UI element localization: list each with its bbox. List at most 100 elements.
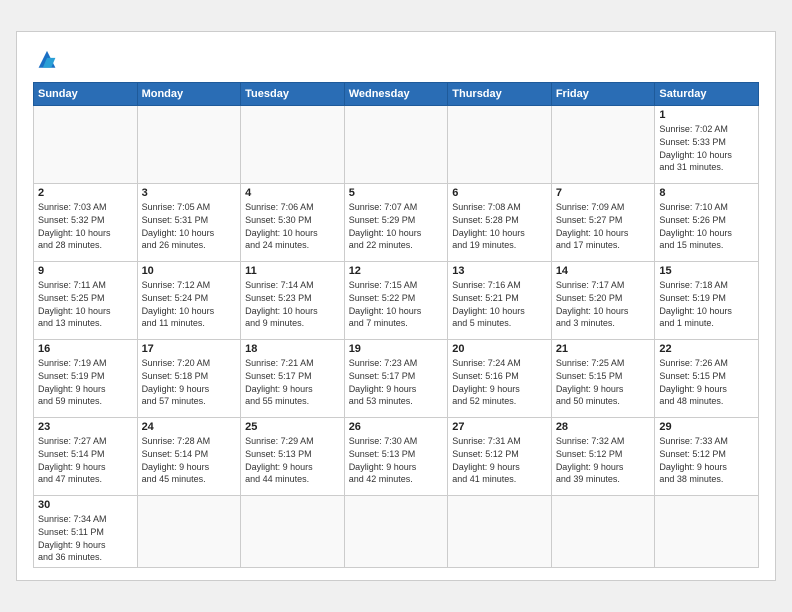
- day-info: Sunrise: 7:05 AM Sunset: 5:31 PM Dayligh…: [142, 201, 237, 251]
- calendar-cell: [137, 106, 241, 184]
- calendar-cell: 23 Sunrise: 7:27 AM Sunset: 5:14 PM Dayli…: [34, 418, 138, 496]
- day-info: Sunrise: 7:18 AM Sunset: 5:19 PM Dayligh…: [659, 279, 754, 329]
- day-number: 10: [142, 265, 237, 277]
- calendar-cell: 29Sunrise: 7:33 AM Sunset: 5:12 PM Dayli…: [655, 418, 759, 496]
- weekday-header-sunday: Sunday: [34, 83, 138, 106]
- calendar-cell: 19 Sunrise: 7:23 AM Sunset: 5:17 PM Dayli…: [344, 340, 448, 418]
- weekday-header-saturday: Saturday: [655, 83, 759, 106]
- day-number: 24: [142, 421, 237, 433]
- day-info: Sunrise: 7:26 AM Sunset: 5:15 PM Dayligh…: [659, 357, 754, 407]
- logo-icon: [33, 48, 61, 72]
- day-info: Sunrise: 7:25 AM Sunset: 5:15 PM Dayligh…: [556, 357, 651, 407]
- day-number: 18: [245, 343, 340, 355]
- day-info: Sunrise: 7:09 AM Sunset: 5:27 PM Dayligh…: [556, 201, 651, 251]
- calendar-cell: 7 Sunrise: 7:09 AM Sunset: 5:27 PM Daylig…: [551, 184, 655, 262]
- calendar-cell: 12 Sunrise: 7:15 AM Sunset: 5:22 PM Dayli…: [344, 262, 448, 340]
- day-info: Sunrise: 7:19 AM Sunset: 5:19 PM Dayligh…: [38, 357, 133, 407]
- day-info: Sunrise: 7:24 AM Sunset: 5:16 PM Dayligh…: [452, 357, 547, 407]
- day-info: Sunrise: 7:30 AM Sunset: 5:13 PM Dayligh…: [349, 435, 444, 485]
- calendar-cell: 2 Sunrise: 7:03 AM Sunset: 5:32 PM Daylig…: [34, 184, 138, 262]
- calendar-cell: [448, 106, 552, 184]
- calendar-cell: [448, 496, 552, 567]
- calendar-row-3: 9Sunrise: 7:11 AM Sunset: 5:25 PM Daylig…: [34, 262, 759, 340]
- day-number: 11: [245, 265, 340, 277]
- calendar-cell: 15 Sunrise: 7:18 AM Sunset: 5:19 PM Dayli…: [655, 262, 759, 340]
- weekday-header-row: SundayMondayTuesdayWednesdayThursdayFrid…: [34, 83, 759, 106]
- day-number: 22: [659, 343, 754, 355]
- calendar-row-6: 30 Sunrise: 7:34 AM Sunset: 5:11 PM Dayli…: [34, 496, 759, 567]
- calendar-cell: 1Sunrise: 7:02 AM Sunset: 5:33 PM Daylig…: [655, 106, 759, 184]
- day-number: 20: [452, 343, 547, 355]
- calendar-cell: 4Sunrise: 7:06 AM Sunset: 5:30 PM Daylig…: [241, 184, 345, 262]
- calendar-table: SundayMondayTuesdayWednesdayThursdayFrid…: [33, 82, 759, 567]
- day-number: 16: [38, 343, 133, 355]
- calendar-container: SundayMondayTuesdayWednesdayThursdayFrid…: [16, 31, 776, 580]
- weekday-header-friday: Friday: [551, 83, 655, 106]
- calendar-header: [33, 48, 759, 72]
- day-number: 30: [38, 499, 133, 511]
- calendar-cell: [655, 496, 759, 567]
- day-info: Sunrise: 7:17 AM Sunset: 5:20 PM Dayligh…: [556, 279, 651, 329]
- weekday-header-wednesday: Wednesday: [344, 83, 448, 106]
- day-number: 7: [556, 187, 651, 199]
- calendar-cell: 27 Sunrise: 7:31 AM Sunset: 5:12 PM Dayli…: [448, 418, 552, 496]
- day-info: Sunrise: 7:34 AM Sunset: 5:11 PM Dayligh…: [38, 513, 133, 563]
- calendar-cell: [241, 106, 345, 184]
- weekday-header-thursday: Thursday: [448, 83, 552, 106]
- calendar-cell: 25 Sunrise: 7:29 AM Sunset: 5:13 PM Dayli…: [241, 418, 345, 496]
- day-info: Sunrise: 7:15 AM Sunset: 5:22 PM Dayligh…: [349, 279, 444, 329]
- day-info: Sunrise: 7:20 AM Sunset: 5:18 PM Dayligh…: [142, 357, 237, 407]
- day-number: 5: [349, 187, 444, 199]
- day-number: 9: [38, 265, 133, 277]
- day-info: Sunrise: 7:07 AM Sunset: 5:29 PM Dayligh…: [349, 201, 444, 251]
- day-info: Sunrise: 7:21 AM Sunset: 5:17 PM Dayligh…: [245, 357, 340, 407]
- calendar-cell: [34, 106, 138, 184]
- calendar-cell: 24Sunrise: 7:28 AM Sunset: 5:14 PM Dayli…: [137, 418, 241, 496]
- weekday-header-tuesday: Tuesday: [241, 83, 345, 106]
- calendar-cell: [241, 496, 345, 567]
- weekday-header-monday: Monday: [137, 83, 241, 106]
- calendar-cell: 14Sunrise: 7:17 AM Sunset: 5:20 PM Dayli…: [551, 262, 655, 340]
- calendar-cell: 13Sunrise: 7:16 AM Sunset: 5:21 PM Dayli…: [448, 262, 552, 340]
- calendar-cell: 3 Sunrise: 7:05 AM Sunset: 5:31 PM Daylig…: [137, 184, 241, 262]
- day-info: Sunrise: 7:27 AM Sunset: 5:14 PM Dayligh…: [38, 435, 133, 485]
- day-info: Sunrise: 7:29 AM Sunset: 5:13 PM Dayligh…: [245, 435, 340, 485]
- calendar-row-2: 2 Sunrise: 7:03 AM Sunset: 5:32 PM Daylig…: [34, 184, 759, 262]
- day-info: Sunrise: 7:32 AM Sunset: 5:12 PM Dayligh…: [556, 435, 651, 485]
- calendar-cell: 9Sunrise: 7:11 AM Sunset: 5:25 PM Daylig…: [34, 262, 138, 340]
- calendar-cell: 6 Sunrise: 7:08 AM Sunset: 5:28 PM Daylig…: [448, 184, 552, 262]
- day-info: Sunrise: 7:06 AM Sunset: 5:30 PM Dayligh…: [245, 201, 340, 251]
- calendar-cell: 18 Sunrise: 7:21 AM Sunset: 5:17 PM Dayli…: [241, 340, 345, 418]
- calendar-cell: 30 Sunrise: 7:34 AM Sunset: 5:11 PM Dayli…: [34, 496, 138, 567]
- calendar-cell: [551, 496, 655, 567]
- day-info: Sunrise: 7:08 AM Sunset: 5:28 PM Dayligh…: [452, 201, 547, 251]
- day-number: 8: [659, 187, 754, 199]
- logo: [33, 48, 65, 72]
- day-number: 28: [556, 421, 651, 433]
- day-number: 2: [38, 187, 133, 199]
- day-number: 27: [452, 421, 547, 433]
- day-number: 29: [659, 421, 754, 433]
- calendar-cell: [344, 106, 448, 184]
- day-number: 3: [142, 187, 237, 199]
- calendar-cell: 21 Sunrise: 7:25 AM Sunset: 5:15 PM Dayli…: [551, 340, 655, 418]
- day-number: 25: [245, 421, 340, 433]
- day-number: 12: [349, 265, 444, 277]
- calendar-cell: 8Sunrise: 7:10 AM Sunset: 5:26 PM Daylig…: [655, 184, 759, 262]
- day-number: 19: [349, 343, 444, 355]
- calendar-cell: [344, 496, 448, 567]
- day-info: Sunrise: 7:23 AM Sunset: 5:17 PM Dayligh…: [349, 357, 444, 407]
- day-number: 1: [659, 109, 754, 121]
- calendar-cell: 26 Sunrise: 7:30 AM Sunset: 5:13 PM Dayli…: [344, 418, 448, 496]
- day-number: 26: [349, 421, 444, 433]
- calendar-cell: 22 Sunrise: 7:26 AM Sunset: 5:15 PM Dayli…: [655, 340, 759, 418]
- day-info: Sunrise: 7:31 AM Sunset: 5:12 PM Dayligh…: [452, 435, 547, 485]
- day-number: 21: [556, 343, 651, 355]
- day-info: Sunrise: 7:16 AM Sunset: 5:21 PM Dayligh…: [452, 279, 547, 329]
- calendar-row-1: 1Sunrise: 7:02 AM Sunset: 5:33 PM Daylig…: [34, 106, 759, 184]
- day-number: 23: [38, 421, 133, 433]
- day-info: Sunrise: 7:03 AM Sunset: 5:32 PM Dayligh…: [38, 201, 133, 251]
- day-number: 6: [452, 187, 547, 199]
- day-number: 15: [659, 265, 754, 277]
- day-info: Sunrise: 7:12 AM Sunset: 5:24 PM Dayligh…: [142, 279, 237, 329]
